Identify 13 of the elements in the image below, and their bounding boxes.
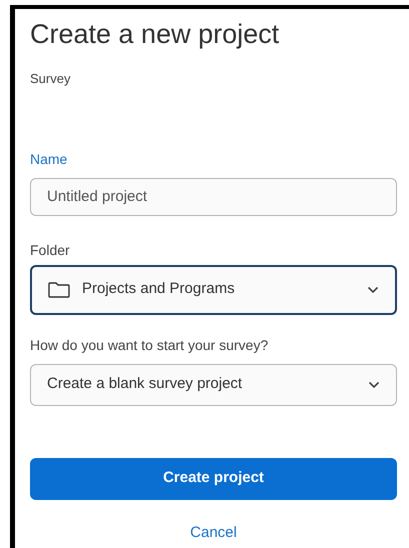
create-project-button[interactable]: Create project bbox=[30, 458, 397, 500]
folder-icon bbox=[48, 282, 70, 298]
chevron-down-icon bbox=[367, 286, 379, 294]
project-type-text: Survey bbox=[30, 70, 72, 88]
chevron-down-icon bbox=[368, 380, 380, 388]
name-label: Name bbox=[30, 150, 68, 168]
cancel-link[interactable]: Cancel bbox=[190, 522, 237, 544]
folder-label: Folder bbox=[30, 240, 71, 260]
dropdown-select[interactable]: Projects and Programs bbox=[30, 264, 397, 314]
dialog-title: Create a new project bbox=[30, 18, 280, 51]
start-question-label: How do you want to start your survey? bbox=[30, 336, 270, 355]
dropdown-select[interactable]: Create a blank survey project bbox=[30, 364, 397, 406]
name-input-field[interactable]: Untitled project bbox=[30, 178, 397, 216]
